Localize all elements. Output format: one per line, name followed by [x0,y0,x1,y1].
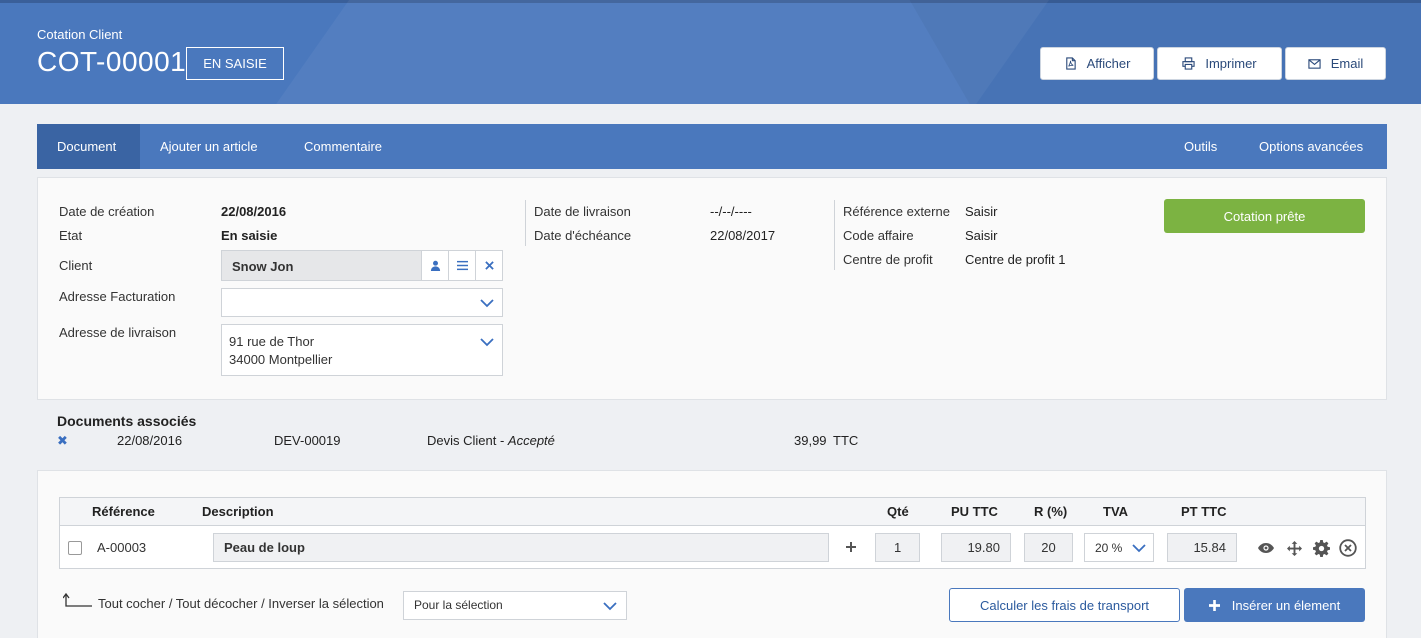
calculate-shipping-button[interactable]: Calculer les frais de transport [949,588,1180,622]
state-label: Etat [59,228,83,243]
lines-table: Référence Description Qté PU TTC R (%) T… [59,497,1366,569]
pdf-icon [1065,57,1076,70]
header-discount: R (%) [1034,504,1068,519]
user-icon[interactable] [421,251,448,280]
state-value: En saisie [221,228,278,243]
header-total-price: PT TTC [1181,504,1227,519]
client-label: Client [59,258,93,273]
tab-bar: Document Ajouter un article Commentaire … [37,124,1387,169]
external-reference-label: Référence externe [843,204,950,219]
chevron-down-icon [603,602,617,611]
associated-documents-title: Documents associés [57,413,197,429]
document-panel: Date de création 22/08/2016 Etat En sais… [37,177,1387,400]
creation-date-value: 22/08/2016 [221,204,287,219]
print-button[interactable]: Imprimer [1157,47,1282,80]
billing-address-label: Adresse Facturation [59,289,176,304]
quotation-ready-button[interactable]: Cotation prête [1164,199,1365,233]
due-date-label: Date d'échéance [534,228,632,243]
email-label: Email [1330,56,1364,71]
header-reference: Référence [92,504,155,519]
insert-element-label: Insérer un élement [1231,597,1341,613]
row-qty-input[interactable]: 1 [875,533,920,562]
client-field[interactable]: Snow Jon [221,250,503,281]
delivery-date-label: Date de livraison [534,204,631,219]
creation-date-label: Date de création [59,204,155,219]
row-checkbox[interactable] [68,541,82,555]
associated-amount-unit: TTC [833,433,859,448]
row-description-input[interactable]: Peau de loup [213,533,829,562]
associated-amount: 39,99 [794,433,827,448]
insert-element-button[interactable]: Insérer un élement [1184,588,1365,622]
page-subtitle: Cotation Client [37,27,123,42]
tab-advanced-options[interactable]: Options avancées [1239,124,1383,169]
row-tva-value: 20 % [1095,540,1123,555]
associated-type: Devis Client - Accepté [427,433,555,448]
page-title: COT-00001 [37,46,187,77]
selection-actions[interactable]: Tout cocher / Tout décocher / Inverser l… [98,596,384,611]
billing-address-select[interactable] [221,288,503,317]
page-header: Cotation Client COT-00001 EN SAISIE Affi… [0,0,1421,104]
plus-icon [1208,599,1220,611]
tab-comment[interactable]: Commentaire [284,124,402,169]
chevron-down-icon [480,299,494,308]
bulk-action-value: Pour la sélection [414,598,503,612]
column-divider [834,200,835,270]
circle-close-icon[interactable] [1339,539,1357,557]
email-button[interactable]: Email [1285,47,1386,80]
row-tva-select[interactable]: 20 % [1084,533,1154,562]
remove-icon[interactable] [475,251,502,280]
delivery-date-value[interactable]: --/--/---- [710,204,752,219]
header-unit-price: PU TTC [951,504,998,519]
row-total-price: 15.84 [1167,533,1237,562]
email-icon [1308,59,1321,69]
business-code-value[interactable]: Saisir [965,228,998,243]
row-reference: A-00003 [97,540,147,555]
associated-date: 22/08/2016 [117,433,183,448]
business-code-label: Code affaire [843,228,914,243]
corner-arrow-icon [63,592,92,607]
associated-number[interactable]: DEV-00019 [274,433,341,448]
list-icon[interactable] [448,251,475,280]
client-name: Snow Jon [232,259,294,274]
show-button[interactable]: Afficher [1040,47,1154,80]
header-qty: Qté [887,504,909,519]
table-header: Référence Description Qté PU TTC R (%) T… [60,498,1365,526]
delivery-address-select[interactable]: 91 rue de Thor 34000 Montpellier [221,324,503,376]
profit-center-label: Centre de profit [843,252,933,267]
header-tva: TVA [1103,504,1129,519]
tab-document[interactable]: Document [37,124,140,169]
column-divider [525,200,526,246]
tab-tools[interactable]: Outils [1164,124,1237,169]
print-label: Imprimer [1205,56,1257,71]
tab-add-article[interactable]: Ajouter un article [140,124,278,169]
bulk-action-select[interactable]: Pour la sélection [403,591,627,620]
profit-center-value[interactable]: Centre de profit 1 [965,252,1065,267]
due-date-value[interactable]: 22/08/2017 [710,228,775,243]
delivery-address-label: Adresse de livraison [59,325,177,340]
status-badge[interactable]: EN SAISIE [186,47,284,80]
show-label: Afficher [1086,56,1131,71]
plus-icon[interactable] [842,538,860,556]
print-icon [1182,57,1195,70]
remove-icon[interactable]: ✖ [57,433,68,449]
eye-icon[interactable] [1257,539,1275,557]
address-line: 91 rue de Thor [229,334,315,349]
delivery-address-value: 91 rue de Thor 34000 Montpellier [229,333,332,369]
address-line: 34000 Montpellier [229,352,333,367]
row-unit-price-input[interactable]: 19.80 [941,533,1011,562]
move-icon[interactable] [1285,539,1303,557]
header-description: Description [202,504,274,519]
chevron-down-icon [1132,544,1146,553]
associated-type-label: Devis Client - [427,433,508,448]
external-reference-value[interactable]: Saisir [965,204,998,219]
associated-status: Accepté [507,433,555,448]
row-discount-input[interactable]: 20 [1024,533,1073,562]
chevron-down-icon [480,338,494,347]
gear-icon[interactable] [1312,539,1330,557]
